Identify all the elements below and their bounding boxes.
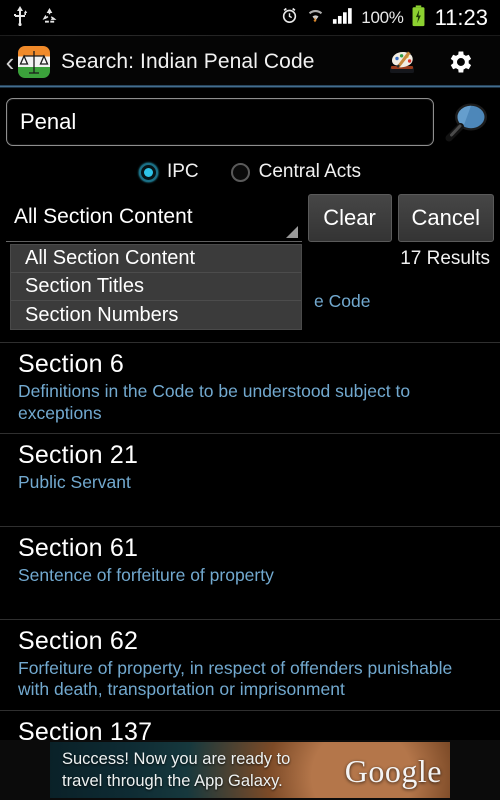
list-item-title: Section 21 <box>18 441 139 470</box>
recycle-icon <box>40 6 59 30</box>
results-count-label: 17 Results <box>400 248 490 269</box>
radio-label-central-acts: Central Acts <box>258 161 362 182</box>
list-item-title: Section 6 <box>18 350 125 378</box>
dropdown-option-section-titles[interactable]: Section Titles <box>11 273 301 301</box>
radio-option-ipc[interactable]: IPC <box>138 161 199 183</box>
list-item-title: Section 61 <box>18 534 139 563</box>
list-item-subtitle: Sentence of forfeiture of property <box>18 565 274 586</box>
radio-option-central-acts[interactable]: Central Acts <box>230 161 362 183</box>
radio-indicator-ipc[interactable] <box>138 162 158 182</box>
clock-label: 11:23 <box>434 5 488 30</box>
list-item[interactable]: Section 61 Sentence of forfeiture of pro… <box>0 527 500 620</box>
signal-bars-icon <box>332 6 354 30</box>
status-bar: 100% 11:23 <box>0 0 500 36</box>
cancel-button[interactable]: Cancel <box>397 193 494 242</box>
ad-creative[interactable]: Success! Now you are ready to travel thr… <box>50 742 450 798</box>
radio-label-ipc: IPC <box>166 161 199 182</box>
clear-button[interactable]: Clear <box>307 193 392 242</box>
list-item[interactable]: Section 62 Forfeiture of property, in re… <box>0 620 500 712</box>
radio-indicator-central-acts[interactable] <box>230 162 250 182</box>
spinner-selected-label: All Section Content <box>14 205 193 228</box>
list-item-subtitle: Definitions in the Code to be understood… <box>18 381 411 423</box>
spinner-dropdown[interactable]: All Section Content Section Titles Secti… <box>10 244 302 330</box>
action-bar-accent <box>0 85 500 88</box>
google-logo: Google <box>344 753 442 789</box>
app-screen: 100% 11:23 ‹ Search: Indian Penal Code P… <box>0 0 500 800</box>
magnifier-icon[interactable] <box>438 96 494 148</box>
scope-radio-group: IPC Central Acts <box>0 154 500 188</box>
gear-icon[interactable] <box>440 42 480 82</box>
battery-percent-label: 100% <box>361 8 404 27</box>
palette-icon[interactable] <box>382 42 422 82</box>
status-bar-right-icons: 100% 11:23 <box>280 4 492 32</box>
list-item[interactable]: Section 6 Definitions in the Code to be … <box>0 343 500 435</box>
usb-icon <box>12 5 28 31</box>
list-item[interactable]: Section 21 Public Servant <box>0 434 500 528</box>
battery-icon <box>411 4 426 32</box>
action-bar: ‹ Search: Indian Penal Code <box>0 36 500 88</box>
filter-row: All Section Content Clear Cancel <box>0 188 500 244</box>
search-input[interactable]: Penal <box>6 98 434 146</box>
results-list: e Code Section 6 Definitions in the Code… <box>0 291 500 755</box>
search-row: Penal <box>0 88 500 154</box>
dropdown-option-all-section-content[interactable]: All Section Content <box>11 245 301 273</box>
status-bar-left-icons <box>12 5 59 31</box>
ad-banner[interactable]: Success! Now you are ready to travel thr… <box>0 740 500 800</box>
page-title: Search: Indian Penal Code <box>61 50 315 73</box>
action-bar-buttons <box>382 42 500 82</box>
alarm-clock-icon <box>280 6 299 30</box>
dropdown-option-section-numbers[interactable]: Section Numbers <box>11 301 301 329</box>
list-item-title: Section 62 <box>18 626 139 655</box>
chevron-down-icon <box>285 225 298 238</box>
list-item-subtitle: Public Servant <box>18 472 131 493</box>
scales-of-justice-icon[interactable] <box>18 46 50 78</box>
list-item-subtitle: Forfeiture of property, in respect of of… <box>18 657 453 700</box>
search-scope-spinner[interactable]: All Section Content <box>6 193 302 242</box>
back-button[interactable]: ‹ <box>2 49 18 75</box>
wifi-icon <box>306 6 325 30</box>
ad-text: Success! Now you are ready to travel thr… <box>62 750 291 790</box>
